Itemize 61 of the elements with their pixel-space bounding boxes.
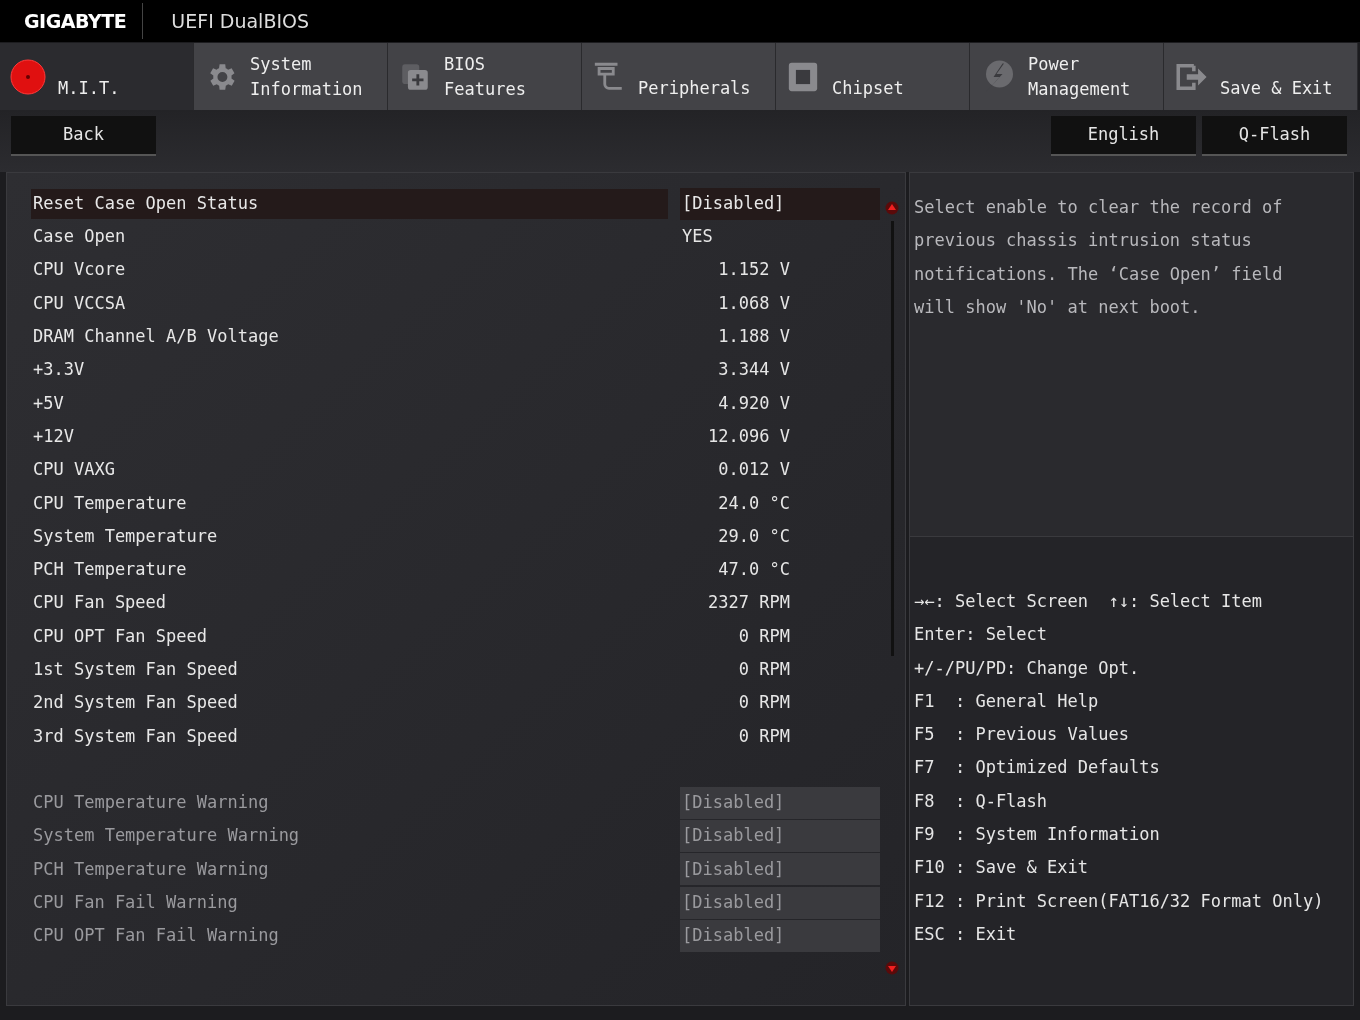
setting-label[interactable]: 1st System Fan Speed: [31, 654, 668, 685]
setting-label[interactable]: CPU Temperature: [31, 488, 668, 519]
key-help-line: F1 : General Help: [914, 689, 1100, 713]
dial-icon: [10, 58, 46, 95]
sensor-reading: 3.344 V: [717, 358, 790, 382]
sensor-reading: 4.920 V: [717, 391, 790, 415]
key-help-line: F5 : Previous Values: [914, 723, 1130, 747]
key-help-line: ESC : Exit: [914, 922, 1018, 946]
back-button[interactable]: Back: [11, 116, 156, 156]
sensor-reading: 12.096 V: [707, 424, 790, 448]
setting-label[interactable]: +5V: [31, 388, 668, 419]
key-help-line: F8 : Q-Flash: [914, 789, 1049, 813]
product-title: UEFI DualBIOS: [170, 8, 310, 34]
setting-label[interactable]: 3rd System Fan Speed: [31, 721, 668, 752]
sensor-reading: 1.188 V: [717, 325, 790, 349]
key-help-line: Enter: Select: [914, 623, 1049, 647]
sensor-reading: 2327 RPM: [707, 591, 790, 615]
menu-tab[interactable]: Peripherals: [582, 43, 776, 110]
setting-label[interactable]: CPU VCCSA: [31, 288, 668, 319]
setting-label[interactable]: +12V: [31, 421, 668, 452]
setting-label[interactable]: Case Open: [31, 221, 668, 252]
menu-tab[interactable]: M.I.T.: [0, 43, 194, 110]
setting-label[interactable]: CPU VAXG: [31, 455, 668, 485]
scroll-down-icon: [885, 961, 899, 975]
menu-tab[interactable]: Power Management: [970, 43, 1164, 110]
sensor-reading: 1.068 V: [717, 291, 790, 315]
scroll-up-icon: [885, 201, 899, 215]
sensor-reading: 0.012 V: [717, 458, 790, 482]
setting-label[interactable]: CPU Fan Speed: [31, 588, 668, 619]
setting-label[interactable]: System Temperature: [31, 521, 668, 552]
key-help-line: F10 : Save & Exit: [914, 856, 1089, 880]
toolbar-button[interactable]: English: [1051, 116, 1196, 156]
menu-tab[interactable]: BIOS Features: [388, 43, 582, 110]
sensor-reading: 0 RPM: [737, 691, 790, 715]
menu-tab[interactable]: Chipset: [776, 43, 970, 110]
sensor-reading: 0 RPM: [737, 724, 790, 748]
setting-label[interactable]: PCH Temperature: [31, 554, 668, 585]
menu-tab[interactable]: System Information: [194, 43, 388, 110]
key-help-line: F12 : Print Screen(FAT16/32 Format Only): [914, 889, 1325, 913]
setting-label[interactable]: 2nd System Fan Speed: [31, 688, 668, 719]
key-help-line: →←: Select Screen ↑↓: Select Item: [914, 590, 1263, 613]
sensor-reading: 47.0 °C: [717, 558, 790, 582]
sensor-reading: 1.152 V: [717, 258, 790, 282]
key-help-line: F9 : System Information: [914, 823, 1161, 847]
setting-label[interactable]: CPU OPT Fan Speed: [31, 621, 668, 652]
brand-logo: GIGABYTE: [23, 8, 128, 34]
toolbar-button[interactable]: Q-Flash: [1202, 116, 1347, 156]
sensor-reading: 0 RPM: [737, 624, 790, 648]
help-text: Select enable to clear the record of previous chassis intrusion status notifications. The ‘Case Open’ field will show 'No' at next boot.: [914, 196, 1284, 319]
sensor-reading: 29.0 °C: [717, 524, 790, 548]
option-value[interactable]: [Disabled]: [680, 187, 880, 220]
setting-label[interactable]: +3.3V: [31, 355, 668, 386]
sensor-reading: 24.0 °C: [717, 491, 790, 515]
menu-tab[interactable]: Save & Exit: [1164, 43, 1358, 110]
setting-label[interactable]: CPU Vcore: [31, 255, 668, 286]
setting-value: YES: [681, 225, 714, 249]
key-help-line: +/-/PU/PD: Change Opt.: [914, 656, 1141, 680]
setting-label[interactable]: Reset Case Open Status: [31, 188, 668, 219]
key-help-line: F7 : Optimized Defaults: [914, 756, 1161, 780]
sensor-reading: 0 RPM: [737, 658, 790, 682]
setting-label[interactable]: DRAM Channel A/B Voltage: [31, 321, 668, 352]
